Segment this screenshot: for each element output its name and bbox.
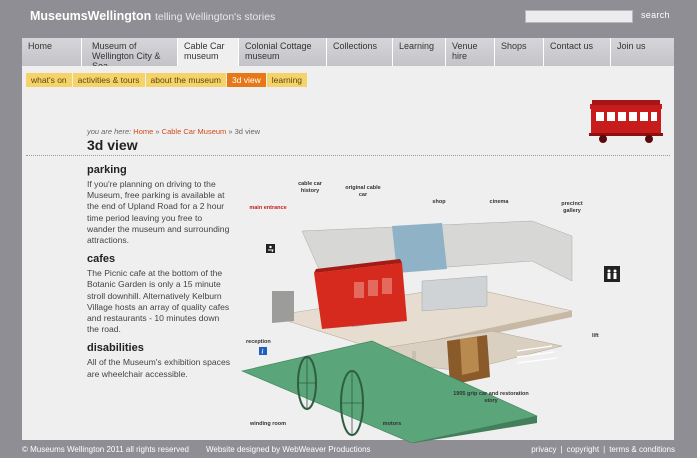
subnav-activities-tours[interactable]: activities & tours: [72, 73, 146, 87]
parking-section: parking If you're planning on driving to…: [87, 164, 232, 246]
site-tagline: telling Wellington's stories: [155, 11, 276, 23]
label-precinct-gallery: precinct gallery: [561, 201, 583, 214]
museum-3d-diagram: i cable car history original cable car s…: [232, 181, 600, 444]
svg-text:i: i: [262, 349, 264, 356]
cable-car-icon: [589, 100, 663, 143]
footer-terms-link[interactable]: terms & conditions: [609, 445, 675, 454]
section-heading: parking: [87, 164, 127, 176]
label-cable-car-history: cable car history: [298, 181, 322, 194]
breadcrumb-prefix: you are here:: [87, 127, 132, 136]
nav-label: Collections: [333, 41, 378, 51]
nav-label: Learning: [399, 41, 435, 51]
breadcrumb-separator: »: [228, 127, 233, 136]
label-main-entrance: main entrance: [249, 205, 287, 211]
nav-label: hire: [452, 50, 468, 61]
label-reception: reception: [246, 339, 271, 345]
disabilities-section: disabilities All of the Museum's exhibit…: [87, 342, 232, 379]
nav-item-collections[interactable]: Collections: [327, 38, 393, 66]
footer-separator: |: [560, 445, 563, 454]
label-motors: motors: [382, 421, 402, 427]
search-button[interactable]: search: [641, 10, 670, 20]
label-lift: lift: [592, 333, 599, 339]
label-original-cable-car: original cable car: [345, 185, 381, 198]
content-panel: what's on activities & tours about the m…: [22, 66, 674, 444]
nav-item-home[interactable]: Home: [22, 38, 82, 66]
page-title: 3d view: [87, 137, 138, 153]
footer-links: privacy | copyright | terms & conditions: [531, 445, 675, 454]
footer-privacy-link[interactable]: privacy: [531, 445, 556, 454]
site-logo[interactable]: MuseumsWellington: [30, 9, 151, 23]
footer-designer-link[interactable]: Website designed by WebWeaver Production…: [206, 445, 371, 454]
footer-separator: |: [603, 445, 606, 454]
footer-copyright-link[interactable]: copyright: [567, 445, 599, 454]
section-heading: disabilities: [87, 342, 144, 355]
breadcrumb-home-link[interactable]: Home: [133, 127, 153, 136]
nav-item-contact-us[interactable]: Contact us: [544, 38, 611, 66]
nav-item-cable-car-museum[interactable]: Cable Car museum: [178, 38, 239, 66]
label-cinema: cinema: [489, 199, 509, 205]
nav-label: Shops: [501, 41, 527, 51]
section-heading: cafes: [87, 253, 116, 266]
breadcrumb-cable-car-link[interactable]: Cable Car Museum: [162, 127, 227, 136]
nav-item-shops[interactable]: Shops: [495, 38, 544, 66]
label-shop: shop: [432, 199, 446, 205]
breadcrumb-current: 3d view: [234, 127, 261, 136]
section-body: All of the Museum's exhibition spaces ar…: [87, 357, 231, 379]
subnav-3d-view[interactable]: 3d view: [226, 73, 267, 87]
section-body: If you're planning on driving to the Mus…: [87, 179, 230, 246]
nav-item-learning[interactable]: Learning: [393, 38, 446, 66]
nav-label: museum: [184, 50, 219, 61]
museum-cutaway-illustration: i: [241, 220, 573, 444]
nav-label: Home: [28, 41, 53, 51]
cafes-section: cafes The Picnic cafe at the bottom of t…: [87, 253, 232, 335]
label-winding-room: winding room: [249, 421, 287, 427]
subnav-learning[interactable]: learning: [266, 73, 309, 87]
main-nav: Home Museum of Wellington City & Sea Cab…: [22, 38, 674, 71]
nav-item-colonial-cottage[interactable]: Colonial Cottage museum: [239, 38, 327, 66]
nav-item-museum-of-wellington[interactable]: Museum of Wellington City & Sea: [82, 38, 178, 71]
nav-label: museum: [245, 50, 280, 61]
nav-label: Contact us: [550, 41, 594, 51]
search-input[interactable]: [525, 10, 633, 23]
nav-label: Join us: [617, 41, 646, 51]
footer-copyright: © Museums Wellington 2011 all rights res…: [22, 445, 190, 454]
nav-item-venue-hire[interactable]: Venue hire: [446, 38, 495, 66]
lift-icon: [604, 266, 620, 282]
label-1905-grip-car: 1905 grip car and restoration story: [453, 391, 529, 404]
subnav-about-museum[interactable]: about the museum: [145, 73, 227, 87]
divider: [26, 155, 670, 156]
section-body: The Picnic cafe at the bottom of the Bot…: [87, 268, 230, 335]
sub-nav: what's on activities & tours about the m…: [26, 73, 309, 87]
breadcrumb-separator: »: [155, 127, 160, 136]
nav-item-join-us[interactable]: Join us: [611, 38, 674, 66]
breadcrumb: you are here: Home » Cable Car Museum » …: [87, 127, 260, 136]
info-column: parking If you're planning on driving to…: [87, 164, 232, 387]
subnav-whats-on[interactable]: what's on: [26, 73, 73, 87]
